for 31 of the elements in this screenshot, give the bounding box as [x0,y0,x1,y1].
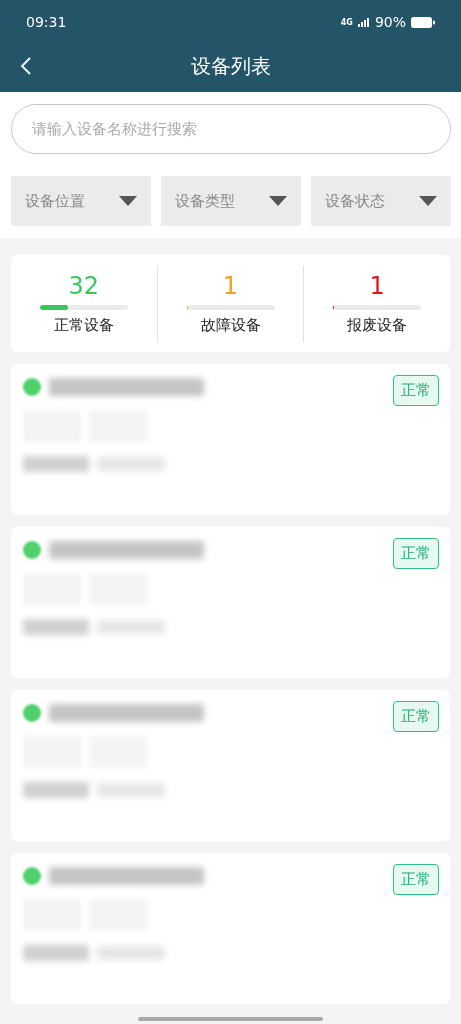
search-field[interactable]: 请输入设备名称进行搜索 [11,104,451,154]
filter-dropdown[interactable]: 设备状态 [311,176,451,226]
page-title: 设备列表 [190,52,271,80]
stat-label: 报废设备 [347,315,408,335]
stat-label: 故障设备 [200,315,261,335]
redacted-label [23,782,89,798]
stat-label: 正常设备 [53,315,114,335]
filter-dropdown[interactable]: 设备位置 [11,176,151,226]
status-badge: 正常 [393,375,439,406]
status-badge: 正常 [393,701,439,732]
stat-count: 1 [369,272,385,299]
caret-icon[interactable] [419,196,437,206]
device-card[interactable]: 正常 [11,690,450,841]
signal-icon [357,17,370,27]
device-card[interactable]: 正常 [11,364,450,515]
battery-level: 90% [374,14,406,30]
device-card[interactable]: 正常 [11,527,450,678]
redacted-label [23,456,89,472]
caret-icon[interactable] [269,196,287,206]
stat-count: 1 [222,272,239,299]
stat-count: 32 [68,272,100,299]
status-badge: 正常 [393,864,439,895]
redacted-label [23,945,89,961]
redacted-label [23,619,89,635]
network-type: 4G [340,17,353,27]
clock: 09:31 [26,14,67,30]
device-card[interactable]: 正常 [11,853,450,1004]
status-badge: 正常 [393,538,439,569]
filter-dropdown[interactable]: 设备类型 [161,176,301,226]
battery-icon [411,16,435,28]
caret-icon[interactable] [119,196,137,206]
